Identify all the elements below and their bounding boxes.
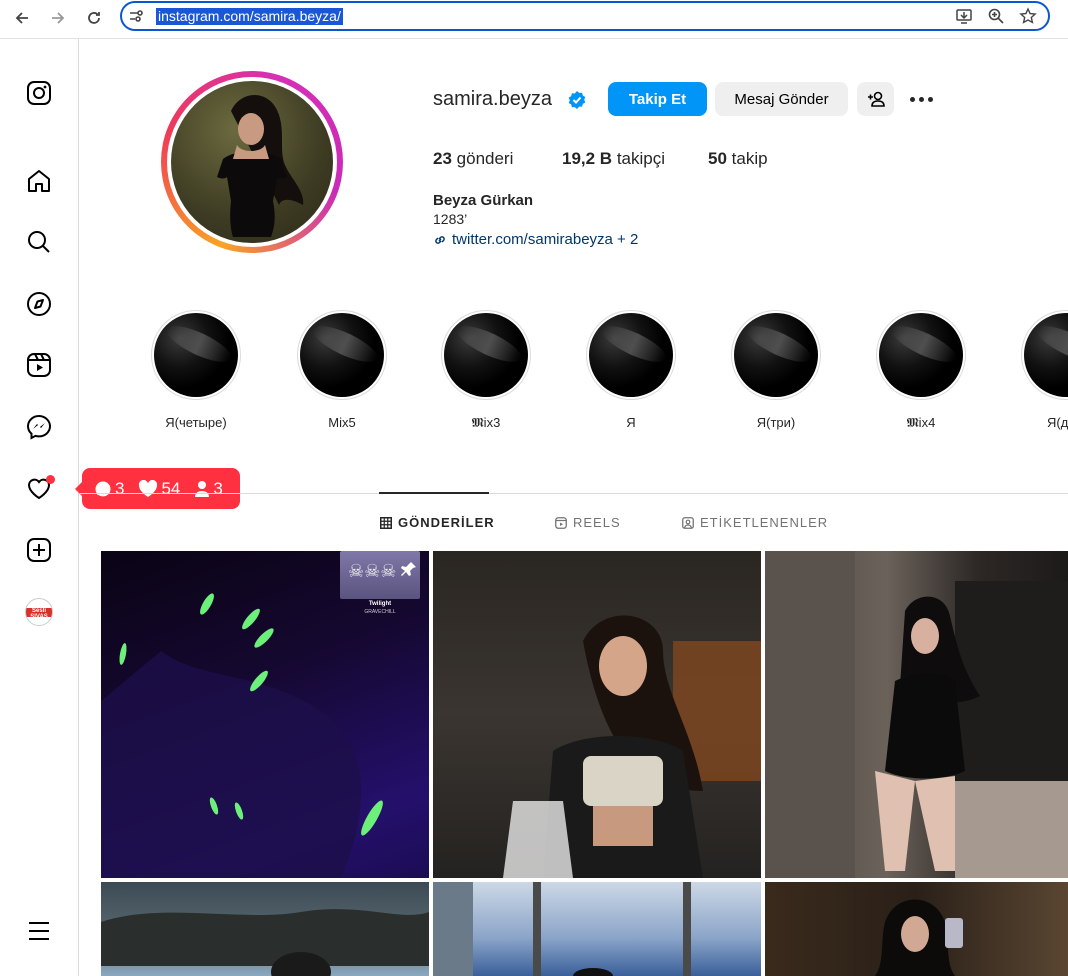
post-thumbnail[interactable] [433,882,761,976]
zoom-icon[interactable] [987,7,1005,30]
profile-username: samira.beyza [433,88,552,110]
tabs-divider [80,493,1068,494]
comment-icon [95,481,111,496]
highlight-item[interactable] [586,310,676,400]
tab-posts[interactable]: GÖNDERİLER [380,515,495,530]
tagged-icon [682,516,694,529]
highlight-item[interactable] [731,310,821,400]
link-icon [435,235,445,244]
grid-icon [380,516,392,529]
profile-bio: 1283’ [433,211,468,227]
highlight-label: Я(три) [756,415,796,430]
site-settings-icon[interactable] [128,8,144,29]
url-text[interactable]: instagram.com/samira.beyza/ [156,8,343,25]
more-menu-icon[interactable] [25,917,53,945]
reload-icon[interactable] [81,6,107,30]
notifications-heart-icon[interactable] [25,474,55,502]
following-stat[interactable]: 50 takip [708,149,768,169]
highlight-item[interactable] [151,310,241,400]
profile-link[interactable]: twitter.com/samirabeyza + 2 [433,231,638,248]
posts-label: gönderi [456,149,514,168]
reels-tab-icon [555,516,567,529]
reels-icon[interactable] [25,351,53,379]
highlight-label: Я(д [1047,415,1068,430]
notification-dot [46,475,55,484]
verified-badge-icon [567,90,587,115]
profile-full-name: Beyza Gürkan [433,192,534,209]
suggested-users-button[interactable] [857,82,894,116]
post-thumbnail[interactable] [101,882,429,976]
search-icon[interactable] [25,228,53,256]
profile-link-text[interactable]: twitter.com/samirabeyza + 2 [452,231,638,248]
following-label: takip [731,149,768,168]
music-title: Twilight [368,601,392,607]
highlight-label: Я [626,415,636,430]
profile-avatar[interactable]: Sesli SIVAS [25,598,53,626]
followers-stat[interactable]: 19,2 B takipçi [562,149,665,169]
follower-icon [195,480,210,497]
tab-tagged-label: ETİKETLENENLER [700,515,829,530]
follow-button[interactable]: Takip Et [608,82,707,116]
highlight-label: 𝕸ix4 [906,415,936,430]
highlight-item[interactable] [1021,310,1068,400]
comment-count: 3 [115,478,125,498]
add-user-icon [867,91,885,107]
tab-tagged[interactable]: ETİKETLENENLER [682,515,828,530]
explore-compass-icon[interactable] [25,290,53,318]
tab-reels-label: REELS [573,515,621,530]
instagram-logo-icon[interactable] [25,79,53,107]
highlight-label: Mix5 [328,415,356,430]
following-count: 50 [708,149,727,168]
post-thumbnail[interactable]: ☠☠☠ Twilight GRAVECHILL [101,551,429,878]
tab-posts-label: GÖNDERİLER [398,515,495,530]
active-tab-indicator [379,492,489,494]
highlight-item[interactable] [441,310,531,400]
install-app-icon[interactable] [955,7,973,30]
home-icon[interactable] [25,167,53,195]
follow-count: 3 [213,478,223,498]
profile-picture[interactable] [171,81,333,243]
post-thumbnail[interactable] [765,882,1068,976]
tab-reels[interactable]: REELS [555,515,621,530]
post-thumbnail[interactable] [433,551,761,878]
posts-stat[interactable]: 23 gönderi [433,149,513,169]
options-more-icon[interactable] [904,90,938,108]
highlight-label: 𝕸ix3 [471,415,501,430]
message-button[interactable]: Mesaj Gönder [715,82,848,116]
music-artist: GRAVECHILL [364,609,396,615]
messenger-icon[interactable] [25,413,53,441]
posts-count: 23 [433,149,452,168]
back-icon[interactable] [9,6,35,30]
profile-avatar-text: Sesli SIVAS [30,608,48,620]
pinned-icon [401,561,417,582]
followers-label: takipçi [616,149,666,168]
forward-icon[interactable] [45,6,71,30]
followers-count: 19,2 B [562,149,613,168]
notification-badge[interactable]: 3 54 3 [75,468,240,509]
highlight-label: Я(четыре) [165,415,227,430]
highlight-item[interactable] [876,310,966,400]
like-heart-icon [139,479,158,497]
create-icon[interactable] [25,536,53,564]
highlight-item[interactable] [297,310,387,400]
like-count: 54 [161,478,181,498]
post-thumbnail[interactable] [765,551,1068,878]
bookmark-star-icon[interactable] [1019,7,1037,30]
